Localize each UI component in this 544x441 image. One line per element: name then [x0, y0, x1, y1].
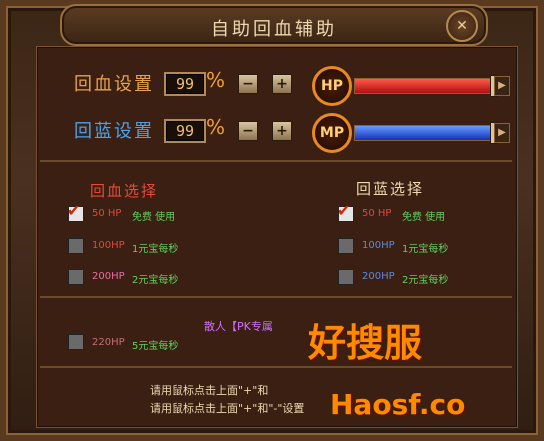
hp-orb-icon: HP: [312, 66, 352, 106]
window-title: 自助回血辅助: [211, 19, 337, 40]
close-icon[interactable]: ✕: [446, 10, 478, 42]
hp-percent-input[interactable]: 99: [164, 72, 206, 96]
hp-percent-sign: %: [206, 68, 226, 92]
mp-plus-button[interactable]: +: [272, 121, 292, 141]
hp-option-amount: 200HP: [92, 271, 125, 282]
divider: [40, 160, 512, 162]
mp-option-checkbox[interactable]: [338, 238, 354, 254]
mp-option-checkbox[interactable]: ✔: [337, 201, 354, 222]
hp-option-checkbox[interactable]: [68, 238, 84, 254]
divider: [40, 366, 512, 368]
help-line-1: 请用鼠标点击上面"+"和: [150, 384, 269, 397]
hp-option-cost: 1元宝每秒: [132, 244, 179, 255]
mp-slider-end-icon: ▶: [494, 123, 510, 143]
hp-setting-label: 回血设置: [74, 74, 154, 95]
hp-option-checkbox[interactable]: ✔: [67, 201, 84, 222]
help-line-2: 请用鼠标点击上面"+"和"-"设置: [150, 402, 305, 415]
mp-option-checkbox[interactable]: [338, 269, 354, 285]
hp-extra-checkbox[interactable]: [68, 334, 84, 350]
mp-option-cost: 2元宝每秒: [402, 275, 449, 286]
watermark-logo: 好搜服: [308, 321, 423, 365]
hp-option-cost: 免费 使用: [132, 212, 176, 223]
mp-orb-icon: MP: [312, 113, 352, 153]
mp-option-cost: 1元宝每秒: [402, 244, 449, 255]
mp-percent-input[interactable]: 99: [164, 119, 206, 143]
mp-percent-sign: %: [206, 115, 226, 139]
mp-minus-button[interactable]: −: [238, 121, 258, 141]
check-icon: ✔: [337, 201, 351, 220]
hp-extra-cost: 5元宝每秒: [132, 341, 179, 352]
title-bar: 自助回血辅助 ✕: [60, 4, 488, 46]
mp-option-amount: 200HP: [362, 271, 395, 282]
hp-slider[interactable]: [354, 75, 506, 97]
check-icon: ✔: [67, 201, 81, 220]
mp-option-amount: 50 HP: [362, 208, 392, 219]
hp-option-checkbox[interactable]: [68, 269, 84, 285]
hp-minus-button[interactable]: −: [238, 74, 258, 94]
hp-slider-fill: [355, 79, 493, 93]
hp-slider-end-icon: ▶: [494, 76, 510, 96]
hp-select-title: 回血选择: [90, 182, 159, 200]
hp-option-amount: 50 HP: [92, 208, 122, 219]
hp-option-amount: 100HP: [92, 240, 125, 251]
divider: [40, 296, 512, 298]
hp-plus-button[interactable]: +: [272, 74, 292, 94]
watermark-url: Haosf.co: [330, 388, 466, 421]
hp-option-cost: 2元宝每秒: [132, 275, 179, 286]
mp-slider-fill: [355, 126, 493, 140]
mp-option-amount: 100HP: [362, 240, 395, 251]
mp-option-cost: 免费 使用: [402, 212, 446, 223]
mp-slider[interactable]: [354, 122, 506, 144]
mp-setting-label: 回蓝设置: [74, 121, 154, 142]
mp-select-title: 回蓝选择: [356, 180, 425, 198]
pk-note: 散人【PK专属: [204, 320, 273, 333]
hp-extra-amount: 220HP: [92, 337, 125, 348]
content-panel: [36, 46, 518, 428]
